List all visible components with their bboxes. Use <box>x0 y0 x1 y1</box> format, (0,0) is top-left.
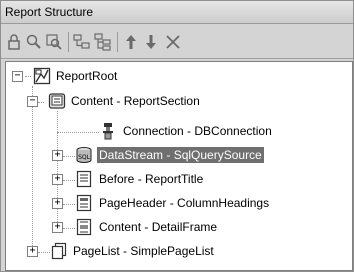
report-band-icon <box>75 170 93 188</box>
lock-icon[interactable] <box>5 33 23 51</box>
tree-item-connection[interactable]: Connection - DBConnection <box>6 122 306 142</box>
collapse-toggle[interactable]: − <box>27 96 38 107</box>
toolbar <box>1 24 353 59</box>
page-list-icon <box>50 242 68 260</box>
tree-collapse-icon[interactable] <box>73 33 91 51</box>
connection-icon <box>99 122 117 140</box>
tree-item-label: Before - ReportTitle <box>99 172 204 186</box>
tree-item-label: DataStream - SqlQuerySource <box>97 147 264 163</box>
expand-toggle[interactable]: + <box>52 150 63 161</box>
collapse-toggle[interactable]: − <box>12 71 23 82</box>
panel-title-bar: Report Structure <box>1 1 353 24</box>
tree-item-page-list[interactable]: + PageList - SimplePageList <box>6 242 286 262</box>
svg-text:SQL: SQL <box>78 154 91 161</box>
find-icon[interactable] <box>45 33 63 51</box>
tree-item-report-section[interactable]: − Content - ReportSection <box>6 92 246 112</box>
delete-icon[interactable] <box>164 33 182 51</box>
tree-item-label: Content - ReportSection <box>71 94 200 108</box>
report-root-icon <box>33 67 51 85</box>
tree-item-label: ReportRoot <box>56 69 118 83</box>
move-up-icon[interactable] <box>122 33 140 51</box>
expand-toggle[interactable]: + <box>52 174 63 185</box>
report-band-icon <box>75 194 93 212</box>
tree-item-label: PageHeader - ColumnHeadings <box>99 196 270 210</box>
tree-item-detail-frame[interactable]: + Content - DetailFrame <box>6 218 306 238</box>
tree-item-label: PageList - SimplePageList <box>73 244 214 258</box>
expand-toggle[interactable]: + <box>52 198 63 209</box>
tree-item-datastream[interactable]: + SQL DataStream - SqlQuerySource <box>6 146 326 166</box>
report-structure-panel: Report Structure − ReportRoot − Content … <box>0 0 354 272</box>
tree-item-report-root[interactable]: − ReportRoot <box>6 67 206 87</box>
move-down-icon[interactable] <box>142 33 160 51</box>
tree-item-report-title[interactable]: + Before - ReportTitle <box>6 170 306 190</box>
report-section-icon <box>48 92 66 110</box>
report-band-icon <box>75 218 93 236</box>
report-structure-tree: − ReportRoot − Content - ReportSection C… <box>5 61 353 271</box>
tree-item-label: Connection - DBConnection <box>123 124 272 138</box>
tree-item-label: Content - DetailFrame <box>99 220 218 234</box>
expand-toggle[interactable]: + <box>27 246 38 257</box>
database-icon: SQL <box>75 146 93 164</box>
panel-title: Report Structure <box>5 5 94 19</box>
tree-item-page-header[interactable]: + PageHeader - ColumnHeadings <box>6 194 326 214</box>
expand-toggle[interactable]: + <box>52 222 63 233</box>
tree-expand-icon[interactable] <box>94 33 112 51</box>
zoom-icon[interactable] <box>25 33 43 51</box>
